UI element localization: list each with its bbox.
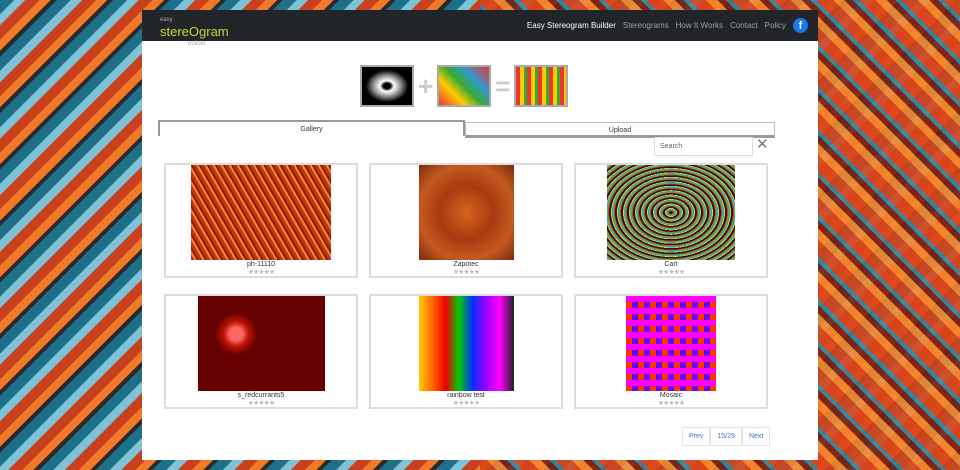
item-name: Mosaic <box>659 392 683 399</box>
thumbnail <box>418 165 514 260</box>
stereogram-image <box>514 65 569 107</box>
navbar: easy stereOgram builder Easy Stereogram Bu… <box>142 10 818 47</box>
tab-upload[interactable]: Upload <box>465 122 775 138</box>
item-name: rainbow test <box>447 392 485 399</box>
item-name: ph-11110 <box>246 261 276 268</box>
thumbnail <box>626 296 716 391</box>
rating-stars[interactable]: ★★★★★ <box>166 268 356 276</box>
page-indicator: 15/29 <box>710 427 742 446</box>
gallery-item[interactable]: ph-11110 ★★★★★ <box>164 163 358 278</box>
search-input[interactable]: Search <box>654 137 753 156</box>
rating-stars[interactable]: ★★★★★ <box>576 268 766 276</box>
thumbnail <box>418 296 514 391</box>
tab-gallery[interactable]: Gallery <box>158 120 465 136</box>
nav-contact[interactable]: Contact <box>730 21 758 30</box>
pagination: Prev 15/29 Next <box>682 427 771 446</box>
facebook-icon[interactable]: f <box>793 18 808 33</box>
nav-policy[interactable]: Policy <box>765 21 786 30</box>
plus-icon: + <box>418 70 434 101</box>
depthmap-image <box>360 65 414 107</box>
logo-bottom: builder <box>188 40 207 47</box>
thumbnail <box>607 165 735 260</box>
gallery-item[interactable]: Zapotec ★★★★★ <box>369 163 563 278</box>
thumbnail <box>191 165 331 260</box>
gallery-item[interactable]: rainbow test ★★★★★ <box>369 294 563 409</box>
rating-stars[interactable]: ★★★★★ <box>576 399 766 407</box>
item-name: Zapotec <box>453 261 479 268</box>
texture-image <box>437 65 492 107</box>
nav-brand-link[interactable]: Easy Stereogram Builder <box>527 21 616 30</box>
thumbnail <box>197 296 325 391</box>
gallery-item[interactable]: Cart ★★★★★ <box>574 163 768 278</box>
page: easy stereOgram builder Easy Stereogram Bu… <box>142 10 818 460</box>
gallery-item[interactable]: Mosaic ★★★★★ <box>574 294 768 409</box>
item-name: Cart <box>664 261 678 268</box>
equals-icon: = <box>495 70 511 101</box>
formula-banner: + = <box>360 65 569 107</box>
item-name: s_redcurrants5 <box>237 392 285 399</box>
nav-how-it-works[interactable]: How It Works <box>676 21 723 30</box>
rating-stars[interactable]: ★★★★★ <box>371 399 561 407</box>
rating-stars[interactable]: ★★★★★ <box>166 399 356 407</box>
logo-main: stereOgram <box>160 23 229 39</box>
close-icon[interactable]: ✕ <box>756 135 769 153</box>
next-button[interactable]: Next <box>741 427 771 446</box>
rating-stars[interactable]: ★★★★★ <box>371 268 561 276</box>
nav-stereograms[interactable]: Stereograms <box>623 21 669 30</box>
logo[interactable]: easy stereOgram builder <box>152 14 229 47</box>
gallery-item[interactable]: s_redcurrants5 ★★★★★ <box>164 294 358 409</box>
prev-button[interactable]: Prev <box>682 427 711 446</box>
